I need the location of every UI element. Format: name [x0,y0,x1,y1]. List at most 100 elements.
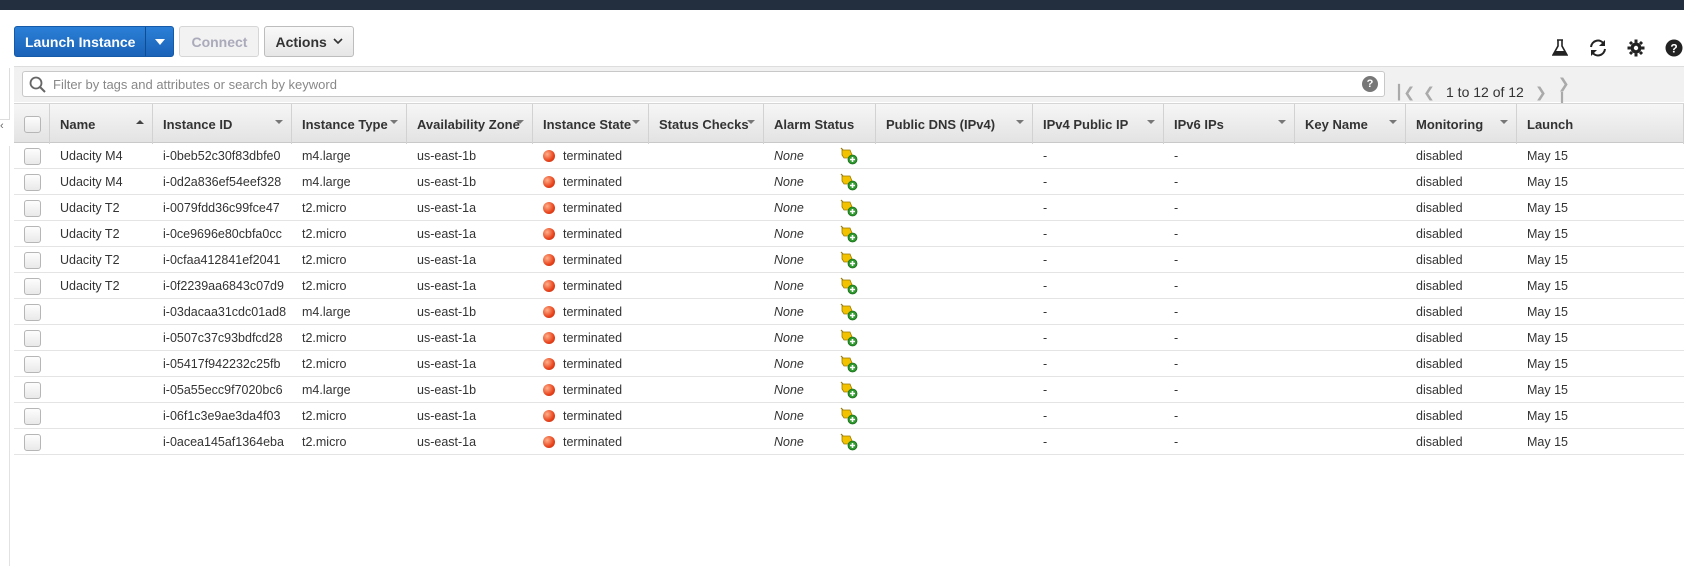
create-alarm-icon[interactable] [840,355,858,373]
name-cell: Udacity T2 [50,221,153,247]
column-menu-icon[interactable] [516,120,524,124]
instance-type-cell: t2.micro [292,221,407,247]
ipv4-public-ip-cell: - [1033,299,1164,325]
left-panel-edge [0,68,10,120]
table-row[interactable]: Udacity T2 i-0079fdd36c99fce47 t2.micro us-… [14,195,1684,221]
row-checkbox[interactable] [24,173,41,191]
create-alarm-icon[interactable] [840,199,858,217]
launch-instance-button[interactable]: Launch Instance [14,26,175,57]
lab-icon[interactable] [1550,38,1570,58]
launch-dropdown-caret-icon[interactable] [145,27,173,56]
availability-zone-cell: us-east-1a [407,429,533,455]
table-row[interactable]: Udacity T2 i-0cfaa412841ef2041 t2.micro us-… [14,247,1684,273]
column-menu-icon[interactable] [1500,120,1508,124]
gear-icon[interactable] [1626,38,1646,58]
row-checkbox[interactable] [24,147,41,165]
prev-page-icon[interactable]: ❮ [1422,84,1436,101]
row-checkbox[interactable] [24,225,41,243]
column-menu-icon[interactable] [1278,120,1286,124]
sort-ascending-icon[interactable] [136,120,144,124]
row-checkbox[interactable] [24,433,41,451]
create-alarm-icon[interactable] [840,329,858,347]
left-panel-collapse-handle[interactable]: ‹ [0,120,10,146]
column-header[interactable]: Availability Zone [407,104,533,144]
ipv6-ips-value: - [1174,279,1179,293]
column-menu-icon[interactable] [632,120,640,124]
search-box: ? [22,71,1385,97]
public-dns-cell [876,403,1033,429]
next-page-icon[interactable]: ❯ [1534,84,1548,101]
column-menu-icon[interactable] [390,120,398,124]
row-checkbox[interactable] [24,251,41,269]
table-row[interactable]: i-03dacaa31cdc01ad8 m4.large us-east-1b ter… [14,299,1684,325]
table-row[interactable]: i-05417f942232c25fb t2.micro us-east-1a ter… [14,351,1684,377]
monitoring-value: disabled [1416,227,1463,241]
column-menu-icon[interactable] [275,120,283,124]
create-alarm-icon[interactable] [840,277,858,295]
connect-button[interactable]: Connect [179,26,260,57]
row-checkbox[interactable] [24,199,41,217]
column-header[interactable]: Instance State [533,104,649,144]
column-menu-icon[interactable] [1147,120,1155,124]
search-input[interactable] [51,74,1351,94]
row-checkbox[interactable] [24,329,41,347]
table-row[interactable]: Udacity T2 i-0f2239aa6843c07d9 t2.micro us-… [14,273,1684,299]
row-checkbox[interactable] [24,303,41,321]
create-alarm-icon[interactable] [840,225,858,243]
create-alarm-icon[interactable] [840,433,858,451]
monitoring-cell: disabled [1406,325,1517,351]
create-alarm-icon[interactable] [840,251,858,269]
table-row[interactable]: i-06f1c3e9ae3da4f03 t2.micro us-east-1a ter… [14,403,1684,429]
create-alarm-icon[interactable] [840,381,858,399]
terminated-status-icon [543,228,555,240]
column-menu-icon[interactable] [747,120,755,124]
public-dns-cell [876,247,1033,273]
column-header[interactable]: Instance Type [292,104,407,144]
row-checkbox[interactable] [24,355,41,373]
column-header[interactable]: Monitoring [1406,104,1517,144]
create-alarm-icon[interactable] [840,147,858,165]
name-value: Udacity M4 [60,149,123,163]
table-row[interactable]: Udacity M4 i-0d2a836ef54eef328 m4.large us-… [14,169,1684,195]
search-help-icon[interactable]: ? [1362,76,1378,92]
refresh-icon[interactable] [1588,38,1608,58]
column-menu-icon[interactable] [1016,120,1024,124]
instance-id-cell: i-0beb52c30f83dbfe0 [153,143,292,169]
ipv4-public-ip-value: - [1043,357,1048,371]
first-page-icon[interactable]: ┃❮ [1395,84,1415,101]
name-cell [50,429,153,455]
launch-time-cell: May 15 [1517,403,1684,429]
column-header[interactable]: Instance ID [153,104,292,144]
create-alarm-icon[interactable] [840,303,858,321]
instance-id-value: i-0d2a836ef54eef328 [163,175,282,189]
public-dns-cell [876,169,1033,195]
column-header[interactable]: Name [50,104,153,144]
table-row[interactable]: i-0acea145af1364eba t2.micro us-east-1a ter… [14,429,1684,455]
actions-button[interactable]: Actions [264,26,354,57]
column-header[interactable]: Key Name [1295,104,1406,144]
instance-state-cell: terminated [533,299,649,325]
instance-id-cell: i-0f2239aa6843c07d9 [153,273,292,299]
column-menu-icon[interactable] [1389,120,1397,124]
ipv6-ips-cell: - [1164,325,1295,351]
help-icon[interactable]: ? [1664,38,1684,58]
table-row[interactable]: Udacity T2 i-0ce9696e80cbfa0cc t2.micro us-… [14,221,1684,247]
alarm-status-cell: None [764,351,876,377]
table-row[interactable]: i-05a55ecc9f7020bc6 m4.large us-east-1b ter… [14,377,1684,403]
select-all-checkbox[interactable] [24,115,41,133]
row-checkbox[interactable] [24,407,41,425]
column-header[interactable]: IPv4 Public IP [1033,104,1164,144]
instance-id-value: i-0f2239aa6843c07d9 [163,279,284,293]
table-row[interactable]: Udacity M4 i-0beb52c30f83dbfe0 m4.large us-… [14,143,1684,169]
row-checkbox[interactable] [24,381,41,399]
column-header[interactable]: Public DNS (IPv4) [876,104,1033,144]
column-header[interactable]: Status Checks [649,104,764,144]
column-header[interactable]: Launch [1517,104,1684,144]
create-alarm-icon[interactable] [840,407,858,425]
alarm-status-value: None [774,383,804,397]
row-checkbox[interactable] [24,277,41,295]
column-header[interactable]: Alarm Status [764,104,876,144]
create-alarm-icon[interactable] [840,173,858,191]
table-row[interactable]: i-0507c37c93bdfcd28 t2.micro us-east-1a ter… [14,325,1684,351]
column-header[interactable]: IPv6 IPs [1164,104,1295,144]
